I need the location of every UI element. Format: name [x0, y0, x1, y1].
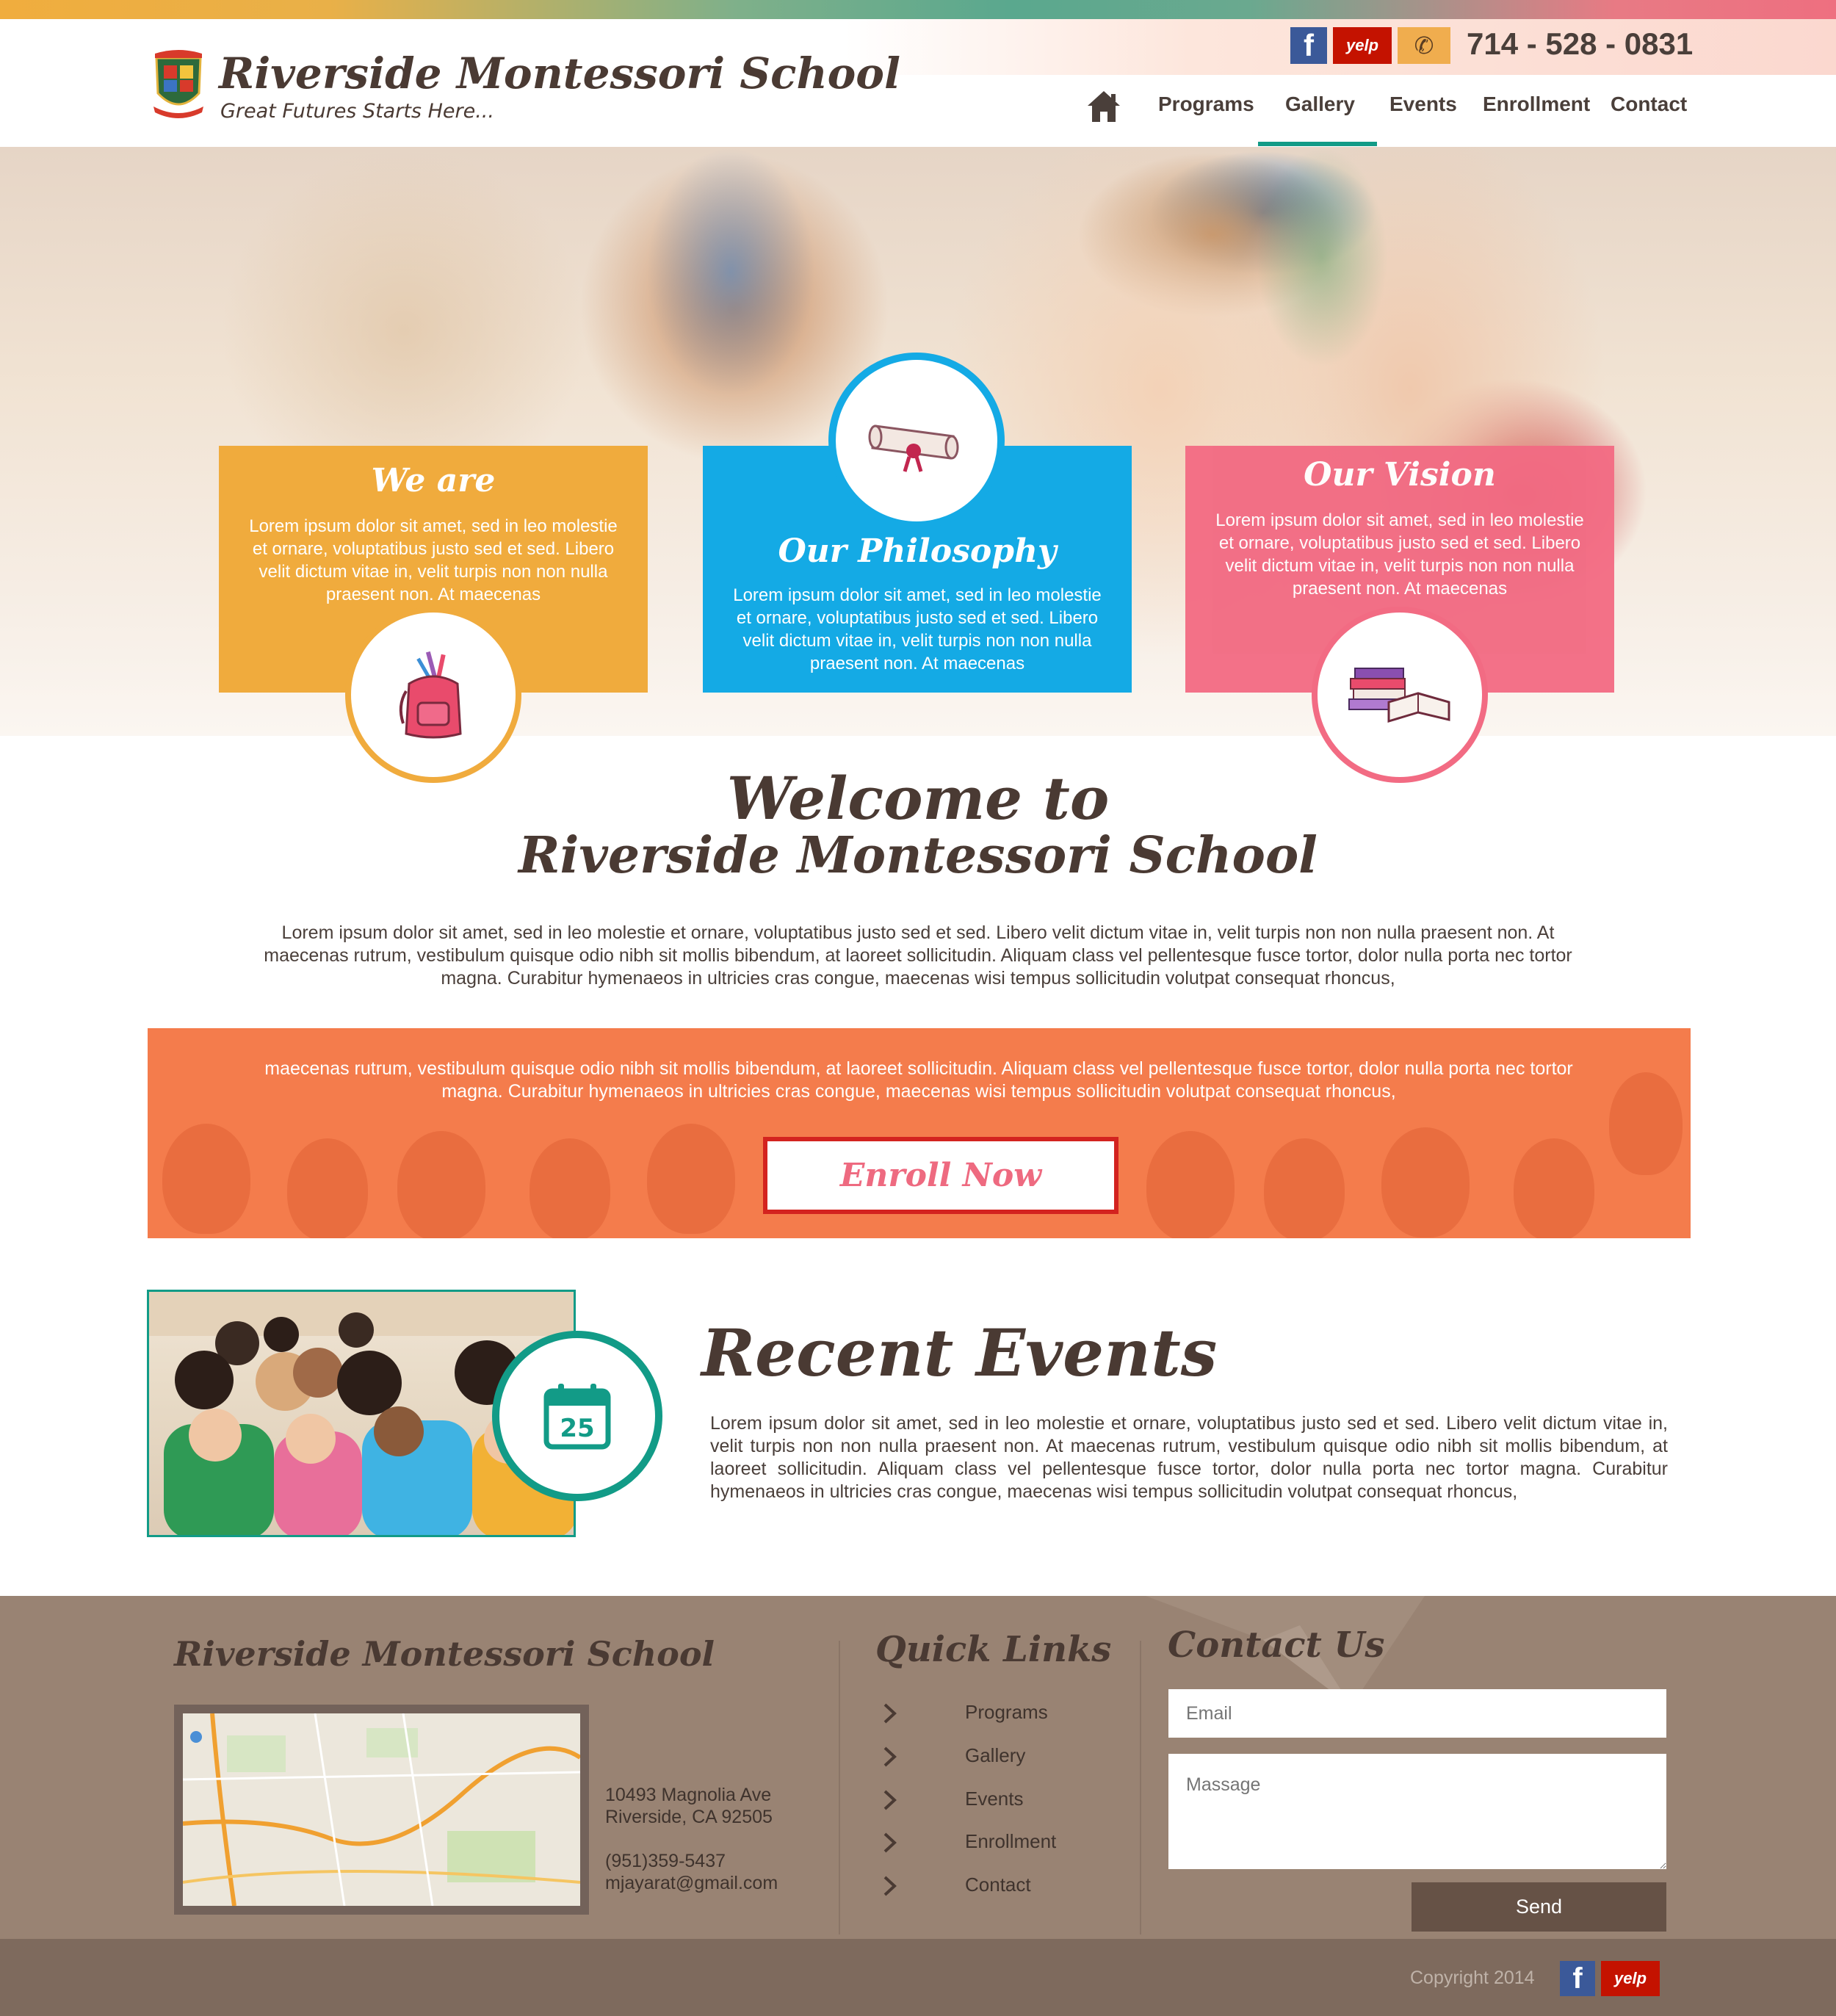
- top-color-strip: [0, 0, 1836, 19]
- email-field[interactable]: [1168, 1689, 1666, 1738]
- footer-email[interactable]: mjayarat@gmail.com: [605, 1873, 778, 1894]
- address-line2: Riverside, CA 92505: [605, 1807, 773, 1827]
- hero-photo-blur: [646, 147, 815, 397]
- kid-pattern: [287, 1138, 368, 1238]
- card-title: Our Vision: [1304, 456, 1496, 494]
- footer-divider: [1140, 1641, 1141, 1934]
- quick-link-enrollment[interactable]: Enrollment: [965, 1830, 1056, 1853]
- enroll-now-button[interactable]: Enroll Now: [763, 1137, 1118, 1214]
- card-text: Lorem ipsum dolor sit amet, sed in leo m…: [1215, 510, 1584, 599]
- kid-pattern: [1146, 1131, 1235, 1238]
- facebook-icon[interactable]: f: [1560, 1961, 1595, 1996]
- kid-pattern: [1381, 1127, 1470, 1238]
- quick-link-events[interactable]: Events: [965, 1788, 1024, 1810]
- copyright-text: Copyright 2014: [1410, 1968, 1535, 1988]
- kid-pattern: [162, 1124, 250, 1234]
- card-text: Lorem ipsum dolor sit amet, sed in leo m…: [733, 585, 1102, 673]
- phone-icon: ✆: [1398, 27, 1450, 64]
- calendar-day: 25: [560, 1414, 594, 1443]
- enroll-paragraph: maecenas rutrum, vestibulum quisque odio…: [264, 1058, 1573, 1102]
- nav-contact[interactable]: Contact: [1611, 93, 1687, 116]
- hero-photo-blur: [1256, 147, 1388, 367]
- nav-active-indicator: [1258, 142, 1377, 146]
- welcome-subheading: Riverside Montessori School: [518, 826, 1318, 885]
- chevron-right-icon: [883, 1746, 897, 1767]
- kid-pattern: [1514, 1138, 1594, 1238]
- enroll-banner: maecenas rutrum, vestibulum quisque odio…: [148, 1028, 1691, 1238]
- home-icon[interactable]: [1085, 88, 1123, 125]
- calendar-icon: 25: [492, 1331, 662, 1501]
- school-tagline: Great Futures Starts Here...: [220, 100, 494, 123]
- card-title: We are: [371, 462, 496, 499]
- message-field[interactable]: [1168, 1754, 1666, 1869]
- chevron-right-icon: [883, 1703, 897, 1724]
- welcome-heading: Welcome to: [726, 764, 1110, 833]
- yelp-icon[interactable]: yelp: [1333, 27, 1392, 64]
- events-paragraph: Lorem ipsum dolor sit amet, sed in leo m…: [710, 1413, 1668, 1502]
- footer-divider: [839, 1641, 840, 1934]
- chevron-right-icon: [883, 1790, 897, 1810]
- school-bag-icon: [345, 607, 521, 783]
- footer-phone[interactable]: (951)359-5437: [605, 1851, 726, 1872]
- quick-link-gallery[interactable]: Gallery: [965, 1744, 1025, 1767]
- chevron-right-icon: [883, 1832, 897, 1853]
- contact-us-heading: Contact Us: [1168, 1625, 1385, 1666]
- quick-link-contact[interactable]: Contact: [965, 1874, 1031, 1896]
- welcome-paragraph: Lorem ipsum dolor sit amet, sed in leo m…: [264, 922, 1572, 989]
- address-line1: 10493 Magnolia Ave: [605, 1785, 772, 1805]
- location-map[interactable]: [174, 1705, 589, 1915]
- card-title: Our Philosophy: [778, 532, 1057, 570]
- kid-pattern: [530, 1138, 610, 1238]
- quick-link-programs[interactable]: Programs: [965, 1701, 1048, 1724]
- diploma-scroll-icon: [828, 353, 1005, 529]
- quick-links-heading: Quick Links: [875, 1629, 1112, 1670]
- yelp-icon[interactable]: yelp: [1601, 1961, 1660, 1996]
- recent-events-heading: Recent Events: [701, 1315, 1218, 1391]
- nav-programs[interactable]: Programs: [1158, 93, 1254, 116]
- kid-pattern: [647, 1124, 735, 1234]
- kid-pattern: [1264, 1138, 1345, 1238]
- nav-enrollment[interactable]: Enrollment: [1483, 93, 1590, 116]
- kid-pattern: [397, 1131, 485, 1238]
- books-icon: [1312, 607, 1488, 783]
- school-name-logo[interactable]: Riverside Montessori School: [219, 48, 900, 98]
- card-text: Lorem ipsum dolor sit amet, sed in leo m…: [249, 516, 618, 604]
- school-crest-icon: [153, 50, 203, 118]
- chevron-right-icon: [883, 1876, 897, 1896]
- send-button[interactable]: Send: [1412, 1882, 1666, 1932]
- nav-events[interactable]: Events: [1389, 93, 1457, 116]
- nav-gallery[interactable]: Gallery: [1285, 93, 1355, 116]
- footer-school-name: Riverside Montessori School: [174, 1634, 715, 1674]
- header-phone-number[interactable]: 714 - 528 - 0831: [1467, 26, 1693, 62]
- facebook-icon[interactable]: f: [1290, 27, 1327, 64]
- kid-pattern: [1609, 1072, 1683, 1175]
